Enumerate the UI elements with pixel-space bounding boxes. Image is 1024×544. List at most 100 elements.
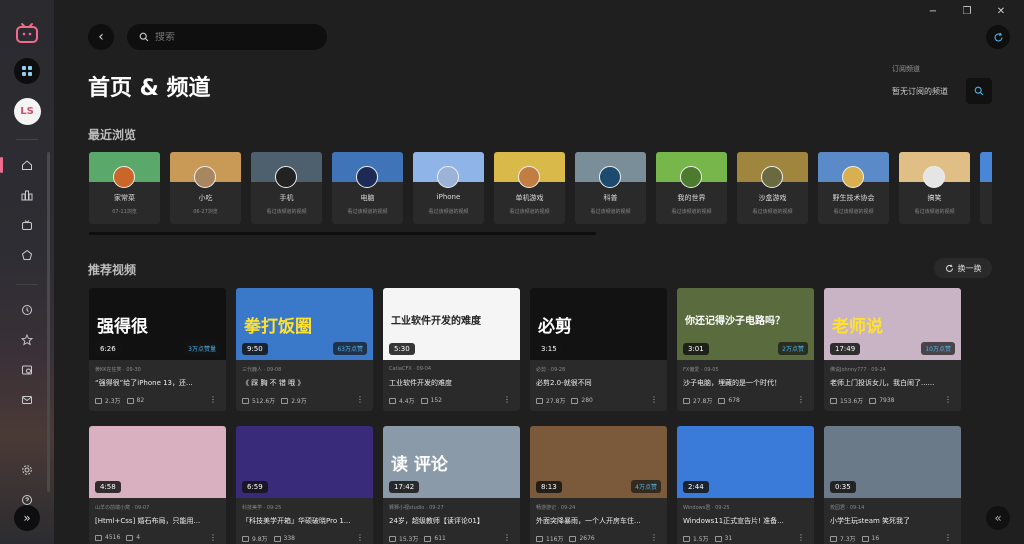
search-input[interactable] (155, 31, 305, 43)
collapse-button[interactable]: « (986, 506, 1010, 530)
sidebar-item-later[interactable] (0, 355, 54, 385)
recent-channel-card[interactable]: 科普 看过该频道的视频 (575, 152, 646, 224)
sidebar-scrollbar[interactable] (47, 152, 50, 492)
video-thumbnail[interactable]: 强得很 6:26 3万点赞量 (89, 288, 226, 360)
more-options-icon[interactable]: ⋮ (503, 533, 511, 542)
more-options-icon[interactable]: ⋮ (797, 395, 805, 404)
video-uploader-date[interactable]: 畅游游记 · 09-24 (536, 504, 575, 511)
video-thumbnail[interactable]: 读 评论 17:42 (383, 426, 520, 498)
video-title[interactable]: 必剪2.0-就很不同 (536, 378, 662, 388)
recent-channel-card[interactable]: 看过 (980, 152, 992, 224)
video-uploader-date[interactable]: CatiaCFX · 09-04 (389, 366, 431, 372)
video-title[interactable]: Windows11正式宣告片! 准备... (683, 516, 809, 526)
recent-channel-card[interactable]: 搞笑 看过该频道的视频 (899, 152, 970, 224)
video-card[interactable]: 0:35 校园君 · 09-14 小学生玩steam 笑死我了 7.3万 16 ⋮ (824, 426, 961, 544)
video-thumbnail[interactable]: 工业软件开发的难度 5:30 (383, 288, 520, 360)
recent-channel-card[interactable]: 野生技术协会 看过该频道的视频 (818, 152, 889, 224)
video-thumbnail[interactable]: 8:13 4万点赞 (530, 426, 667, 498)
video-stats: 4516 4 ⋮ (95, 533, 221, 542)
video-title[interactable]: 外面突降暴雨，一个人开房车住... (536, 516, 662, 526)
video-uploader-date[interactable]: 山羊の前端小窝 · 09-07 (95, 504, 149, 511)
video-thumbnail[interactable]: 2:44 (677, 426, 814, 498)
more-options-icon[interactable]: ⋮ (650, 395, 658, 404)
video-title[interactable]: 《 踩 胸 不 错 哦 》 (242, 378, 368, 388)
more-options-icon[interactable]: ⋮ (944, 395, 952, 404)
more-options-icon[interactable]: ⋮ (797, 533, 805, 542)
sidebar-item-dynamics[interactable] (0, 240, 54, 270)
video-title[interactable]: 沙子电脑，埋藏的是一个时代！ (683, 378, 809, 388)
video-card[interactable]: 强得很 6:26 3万点赞量黄KK在狂笑 · 09-30 “强得很”给了iPhone … (89, 288, 226, 411)
bilibili-logo-icon[interactable] (15, 22, 39, 44)
channel-name: 野生技术协会 (832, 194, 875, 202)
video-card[interactable]: 拳打饭圈 9:50 63万点赞 三代鹿人 · 09-08 《 踩 胸 不 错 哦 》 51… (236, 288, 373, 411)
video-title[interactable]: 「科技美学开箱」华硕破晓Pro 1... (242, 516, 368, 526)
more-options-icon[interactable]: ⋮ (209, 533, 217, 542)
video-thumbnail[interactable]: 你还记得沙子电路吗？ 3:01 2万点赞 (677, 288, 814, 360)
recent-channel-card[interactable]: 沙盒游戏 看过该频道的视频 (737, 152, 808, 224)
video-card[interactable]: 读 评论 17:42 狮狮小视studio · 09-27 24岁，超级教师【读评论0… (383, 426, 520, 544)
sidebar-item-home[interactable] (0, 150, 54, 180)
video-title[interactable]: 24岁，超级教师【读评论01】 (389, 516, 515, 526)
video-uploader-date[interactable]: 狮狮小视studio · 09-27 (389, 504, 444, 511)
video-uploader-date[interactable]: 佛说Johnny777 · 09-24 (830, 366, 886, 373)
video-card[interactable]: 工业软件开发的难度 5:30 CatiaCFX · 09-04 工业软件开发的难度 4.… (383, 288, 520, 411)
subscriptions-search-button[interactable] (966, 78, 992, 104)
restore-button[interactable]: ❐ (950, 4, 984, 18)
sidebar-item-partitions[interactable] (0, 180, 54, 210)
video-uploader-date[interactable]: 必剪 · 09-28 (536, 366, 565, 373)
video-uploader-date[interactable]: Windows君 · 09-25 (683, 504, 730, 511)
more-options-icon[interactable]: ⋮ (503, 395, 511, 404)
video-uploader-date[interactable]: 校园君 · 09-14 (830, 504, 864, 511)
video-title[interactable]: “强得很”给了iPhone 13，还... (95, 378, 221, 388)
video-uploader-date[interactable]: FX偏爱 · 09-05 (683, 366, 719, 373)
video-card[interactable]: 老师说 17:49 10万点赞佛说Johnny777 · 09-24 老师上门投诉女儿… (824, 288, 961, 411)
more-options-icon[interactable]: ⋮ (944, 533, 952, 542)
recent-channel-card[interactable]: 我的世界 看过该频道的视频 (656, 152, 727, 224)
apps-grid-button[interactable] (14, 58, 40, 84)
sidebar-item-live[interactable] (0, 210, 54, 240)
sidebar-item-history[interactable] (0, 295, 54, 325)
video-thumbnail[interactable]: 0:35 (824, 426, 961, 498)
play-count-icon (830, 397, 837, 404)
video-thumbnail[interactable]: 拳打饭圈 9:50 63万点赞 (236, 288, 373, 360)
video-card[interactable]: 6:59 科技美学 · 09-25 「科技美学开箱」华硕破晓Pro 1... 9.8万… (236, 426, 373, 544)
more-options-icon[interactable]: ⋮ (650, 533, 658, 542)
video-card[interactable]: 你还记得沙子电路吗？ 3:01 2万点赞 FX偏爱 · 09-05 沙子电脑，埋藏的是一… (677, 288, 814, 411)
search-bar[interactable] (127, 24, 327, 50)
video-uploader-date[interactable]: 科技美学 · 09-25 (242, 504, 281, 511)
recent-channel-card[interactable]: 手机 看过该频道的视频 (251, 152, 322, 224)
sidebar-item-favorites[interactable] (0, 325, 54, 355)
recent-channel-card[interactable]: 电脑 看过该频道的视频 (332, 152, 403, 224)
video-title[interactable]: [Html+Css] 婚石布局，只能用... (95, 516, 221, 526)
video-uploader-date[interactable]: 三代鹿人 · 09-08 (242, 366, 281, 373)
sidebar-item-message[interactable] (0, 385, 54, 415)
recent-scrollbar[interactable] (89, 232, 596, 235)
sidebar-item-settings[interactable] (0, 455, 54, 485)
video-thumbnail[interactable]: 4:58 (89, 426, 226, 498)
recent-channel-card[interactable]: iPhone 看过该频道的视频 (413, 152, 484, 224)
video-uploader-date[interactable]: 黄KK在狂笑 · 09-30 (95, 366, 141, 373)
video-title[interactable]: 工业软件开发的难度 (389, 378, 515, 388)
recent-channel-card[interactable]: 单机游戏 看过该频道的视频 (494, 152, 565, 224)
minimize-button[interactable]: − (916, 4, 950, 18)
video-card[interactable]: 4:58 山羊の前端小窝 · 09-07 [Html+Css] 婚石布局，只能用..… (89, 426, 226, 544)
more-options-icon[interactable]: ⋮ (209, 395, 217, 404)
video-card[interactable]: 8:13 4万点赞 畅游游记 · 09-24 外面突降暴雨，一个人开房车住... 116… (530, 426, 667, 544)
avatar[interactable]: LS (13, 98, 41, 125)
video-title[interactable]: 老师上门投诉女儿，我白闹了...... (830, 378, 956, 388)
video-card[interactable]: 2:44 Windows君 · 09-25 Windows11正式宣告片! 准备..… (677, 426, 814, 544)
video-thumbnail[interactable]: 必剪 3:15 (530, 288, 667, 360)
recent-channel-card[interactable]: 小吃 06-27浏览 (170, 152, 241, 224)
video-card[interactable]: 必剪 3:15 必剪 · 09-28 必剪2.0-就很不同 27.8万 280 ⋮ (530, 288, 667, 411)
refresh-button[interactable] (986, 25, 1010, 49)
recent-channel-card[interactable]: 家常菜 07-11浏览 (89, 152, 160, 224)
back-button[interactable]: ‹ (88, 24, 114, 50)
more-options-icon[interactable]: ⋮ (356, 533, 364, 542)
video-thumbnail[interactable]: 6:59 (236, 426, 373, 498)
close-button[interactable]: ✕ (984, 4, 1018, 18)
video-title[interactable]: 小学生玩steam 笑死我了 (830, 516, 956, 526)
expand-sidebar-button[interactable]: » (14, 505, 40, 531)
shuffle-button[interactable]: 换一换 (934, 258, 992, 278)
more-options-icon[interactable]: ⋮ (356, 395, 364, 404)
video-thumbnail[interactable]: 老师说 17:49 10万点赞 (824, 288, 961, 360)
